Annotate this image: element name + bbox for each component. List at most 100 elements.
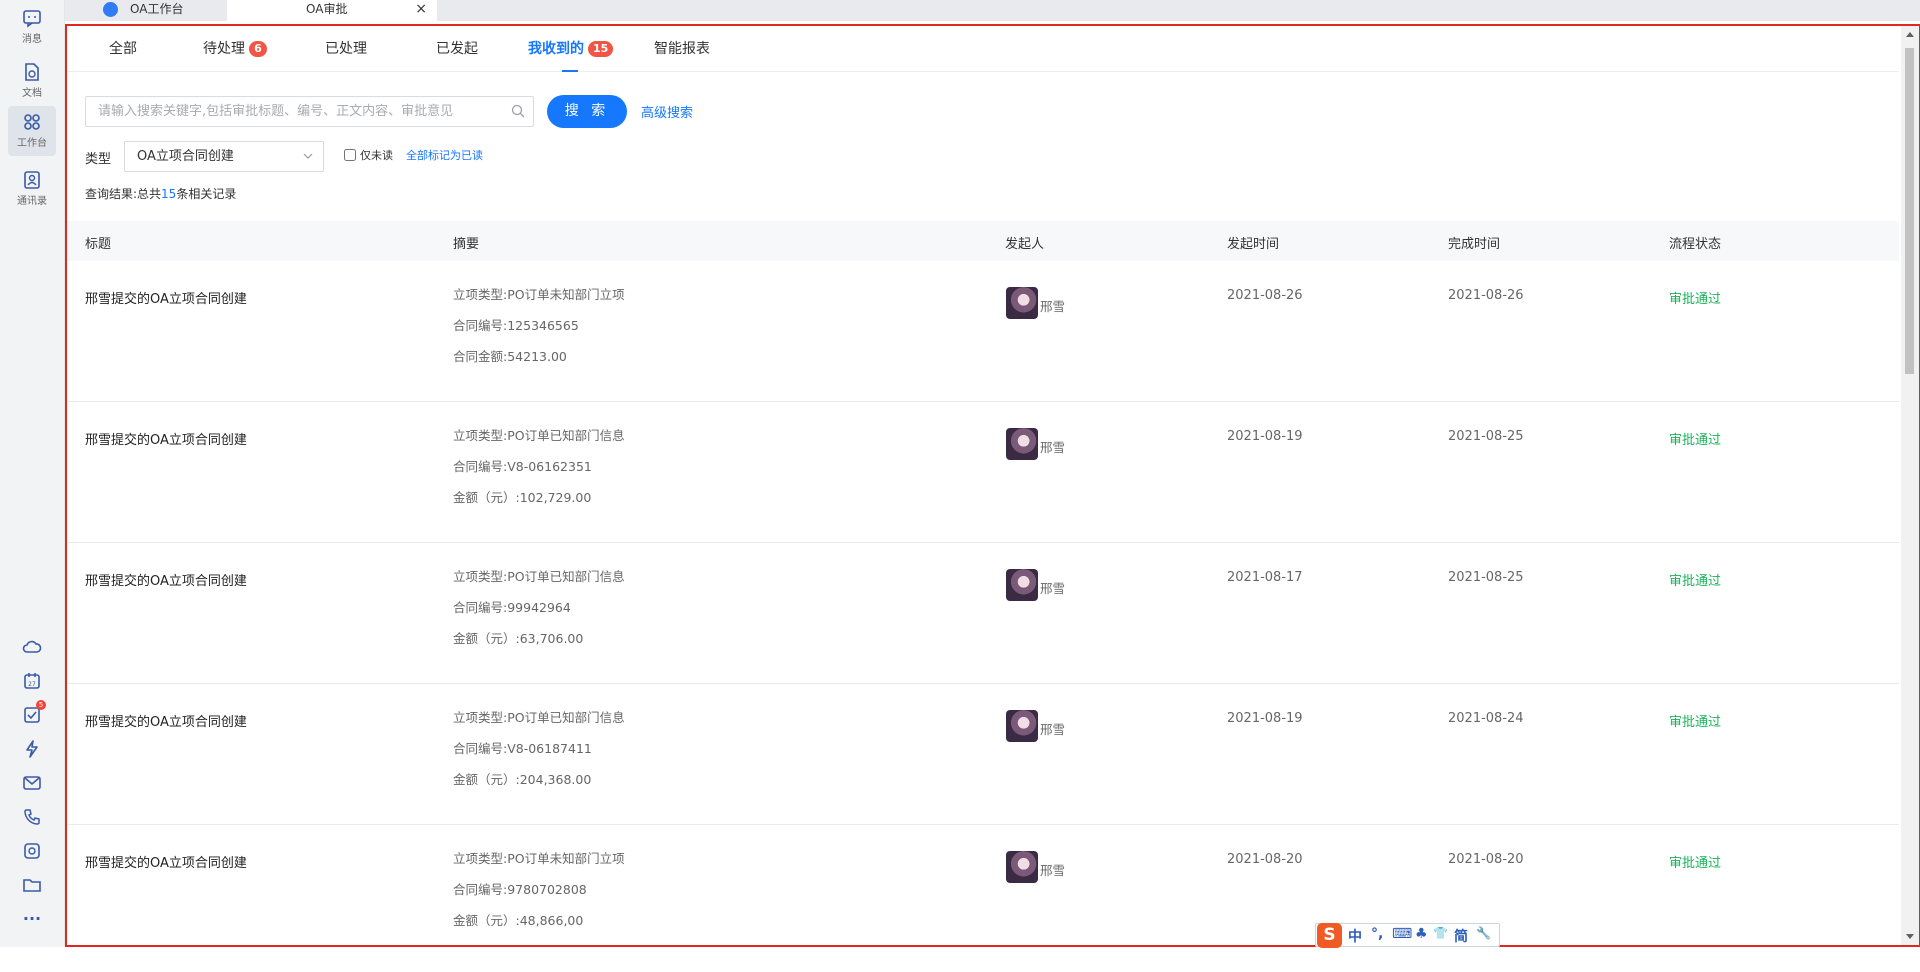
approval-title[interactable]: 邢雪提交的OA立项合同创建 (85, 852, 247, 871)
search-box (85, 96, 534, 127)
start-time: 2021-08-19 (1227, 429, 1303, 444)
tab-received[interactable]: 我收到的 15 (528, 38, 614, 72)
search-button[interactable]: 搜 索 (547, 95, 627, 128)
unread-only-checkbox[interactable] (344, 149, 356, 161)
approval-title[interactable]: 邢雪提交的OA立项合同创建 (85, 288, 247, 307)
rail-item-messages[interactable]: 消息 (8, 2, 56, 52)
unread-only-toggle[interactable]: 仅未读 (344, 147, 393, 163)
result-count: 15 (161, 187, 177, 201)
avatar (1006, 428, 1038, 460)
mark-all-read-link[interactable]: 全部标记为已读 (406, 147, 483, 163)
initiator-name: 邢雪 (1040, 439, 1066, 455)
summary-line: 合同金额:54213.00 (453, 349, 567, 364)
tab-oa-approval[interactable]: OA审批 × (227, 0, 437, 21)
task-icon[interactable]: 5 (22, 700, 46, 725)
summary-line: 合同编号:9780702808 (453, 882, 587, 897)
app-grid-icon (103, 2, 118, 17)
approval-summary: 立项类型:PO订单已知部门信息 合同编号:99942964 金额（元）:63,706… (453, 570, 625, 663)
document-icon (25, 63, 39, 81)
table-row[interactable]: 邢雪提交的OA立项合同创建 立项类型:PO订单未知部门立项 合同编号:1253465… (67, 261, 1899, 402)
col-initiator: 发起人 (1005, 237, 1045, 252)
scroll-down-icon[interactable] (1906, 934, 1914, 939)
approval-icon[interactable] (22, 841, 42, 861)
type-select[interactable]: OA立项合同创建 (124, 141, 324, 172)
tab-label: 已处理 (325, 41, 367, 57)
initiator: 邢雪 (1006, 428, 1065, 460)
phone-icon[interactable] (22, 807, 42, 827)
approval-summary: 立项类型:PO订单未知部门立项 合同编号:125346565 合同金额:54213.… (453, 288, 625, 381)
summary-line: 立项类型:PO订单未知部门立项 (453, 287, 625, 302)
status-badge: 审批通过 (1669, 292, 1722, 307)
rail-item-workbench[interactable]: 工作台 (8, 106, 56, 156)
end-time: 2021-08-24 (1448, 711, 1524, 726)
type-label: 类型 (85, 152, 112, 167)
ime-tools-icon[interactable]: ♣ (1415, 926, 1428, 942)
approval-title[interactable]: 邢雪提交的OA立项合同创建 (85, 711, 247, 730)
pending-count-badge: 6 (249, 41, 267, 57)
advanced-search-link[interactable]: 高级搜索 (641, 102, 693, 121)
col-end-time: 完成时间 (1448, 237, 1501, 252)
type-select-value: OA立项合同创建 (137, 149, 234, 164)
tab-initiated[interactable]: 已发起 (436, 38, 478, 72)
scroll-up-icon[interactable] (1906, 32, 1914, 37)
vertical-scrollbar[interactable] (1901, 26, 1919, 945)
approval-summary: 立项类型:PO订单未知部门立项 合同编号:9780702808 金额（元）:48,8… (453, 852, 625, 945)
end-time: 2021-08-26 (1448, 288, 1524, 303)
close-icon[interactable]: × (415, 0, 427, 19)
avatar (1006, 851, 1038, 883)
tab-label: 全部 (109, 41, 137, 57)
summary-line: 合同编号:99942964 (453, 600, 571, 615)
folder-icon[interactable] (22, 875, 42, 895)
tab-pending[interactable]: 待处理 6 (203, 38, 267, 72)
more-icon[interactable]: ··· (22, 909, 42, 929)
col-start-time: 发起时间 (1227, 237, 1280, 252)
start-time: 2021-08-17 (1227, 570, 1303, 585)
rail-item-contacts[interactable]: 通讯录 (8, 164, 56, 214)
search-input[interactable] (86, 97, 486, 126)
rail-item-docs[interactable]: 文档 (8, 56, 56, 106)
message-icon (23, 10, 41, 28)
tab-label: OA审批 (306, 2, 348, 16)
keyboard-icon[interactable]: ⌨ (1392, 926, 1412, 942)
tab-processed[interactable]: 已处理 (325, 38, 367, 72)
table-row[interactable]: 邢雪提交的OA立项合同创建 立项类型:PO订单已知部门信息 合同编号:9994296… (67, 543, 1899, 684)
table-row[interactable]: 邢雪提交的OA立项合同创建 立项类型:PO订单已知部门信息 合同编号:V8-0616… (67, 402, 1899, 543)
initiator: 邢雪 (1006, 710, 1065, 742)
cloud-icon[interactable] (22, 637, 42, 657)
table-row[interactable]: 邢雪提交的OA立项合同创建 立项类型:PO订单未知部门立项 合同编号:9780702… (67, 825, 1899, 945)
ime-simplified[interactable]: 简 (1454, 926, 1468, 946)
ime-punctuation[interactable]: °, (1371, 926, 1383, 942)
summary-line: 立项类型:PO订单未知部门立项 (453, 851, 625, 866)
avatar (1006, 569, 1038, 601)
approval-title[interactable]: 邢雪提交的OA立项合同创建 (85, 570, 247, 589)
ime-chinese-mode[interactable]: 中 (1348, 926, 1362, 946)
tab-oa-workbench[interactable]: OA工作台 (75, 0, 227, 21)
status-badge: 审批通过 (1669, 856, 1722, 871)
table-row[interactable]: 邢雪提交的OA立项合同创建 立项类型:PO订单已知部门信息 合同编号:V8-0618… (67, 684, 1899, 825)
lightning-icon[interactable] (22, 739, 42, 759)
summary-line: 金额（元）:204,368.00 (453, 772, 592, 787)
summary-line: 合同编号:V8-06162351 (453, 459, 592, 474)
approval-panel: 全部 待处理6 已处理 已发起 我收到的15 智能报表 搜 索 高级搜索 类型 … (65, 24, 1920, 947)
ime-toolbar[interactable]: S 中 °, ⌨ ♣ 👕 简 🔧 (1315, 923, 1500, 948)
tab-smart-reports[interactable]: 智能报表 (654, 38, 710, 72)
tab-all[interactable]: 全部 (109, 38, 137, 72)
approval-summary: 立项类型:PO订单已知部门信息 合同编号:V8-06162351 金额（元）:102… (453, 429, 625, 522)
svg-text:27: 27 (28, 681, 36, 688)
ime-logo[interactable]: S (1317, 923, 1342, 948)
skin-icon[interactable]: 👕 (1433, 926, 1448, 940)
summary-line: 金额（元）:63,706.00 (453, 631, 584, 646)
status-badge: 审批通过 (1669, 433, 1722, 448)
wrench-icon[interactable]: 🔧 (1476, 926, 1491, 940)
summary-line: 立项类型:PO订单已知部门信息 (453, 710, 625, 725)
mail-icon[interactable] (22, 773, 42, 793)
initiator-name: 邢雪 (1040, 580, 1066, 596)
search-icon[interactable] (511, 104, 525, 118)
rail-label: 文档 (22, 88, 42, 99)
result-suffix: 条相关记录 (176, 187, 237, 201)
approval-title[interactable]: 邢雪提交的OA立项合同创建 (85, 429, 247, 448)
end-time: 2021-08-20 (1448, 852, 1524, 867)
task-badge: 5 (36, 700, 46, 710)
scroll-thumb[interactable] (1905, 48, 1914, 374)
calendar-icon[interactable]: 27 (22, 671, 42, 691)
